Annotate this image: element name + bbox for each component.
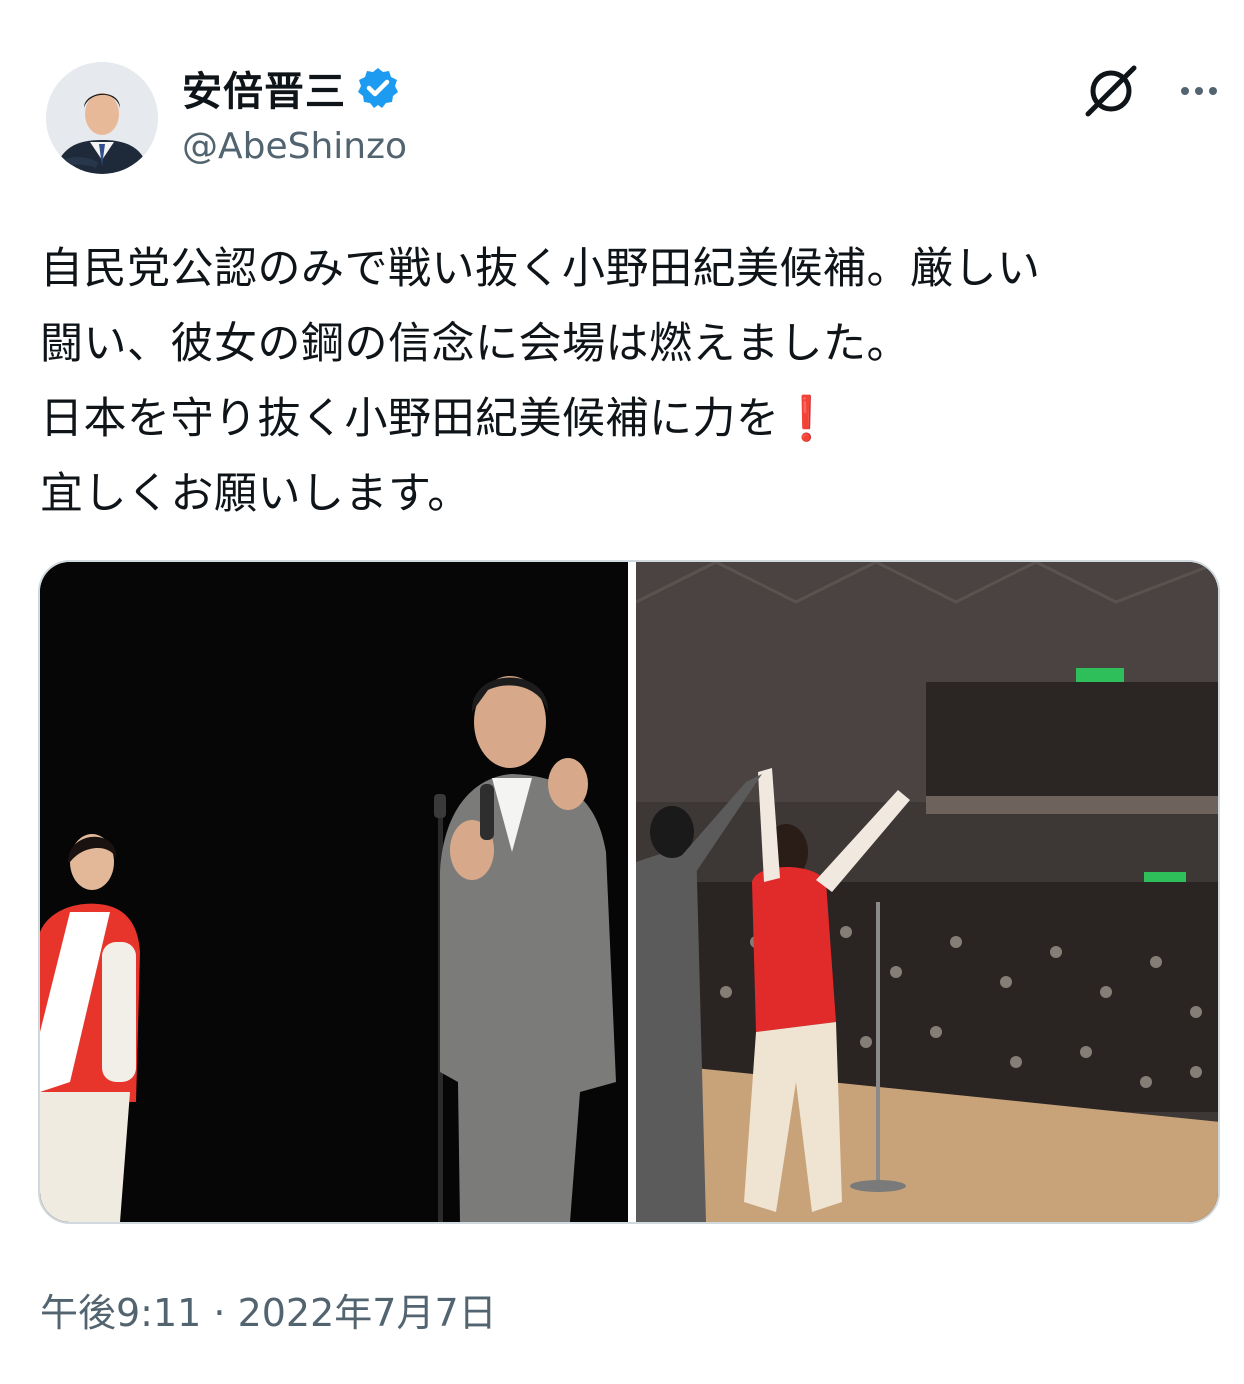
tweet-line-1: 自民党公認のみで戦い抜く小野田紀美候補。厳しい [40,244,1041,294]
grok-icon[interactable] [1080,60,1142,122]
avatar[interactable] [46,62,158,174]
exclamation-emoji: ❗ [779,394,834,444]
tweet-line-4: 宜しくお願いします。 [40,469,471,519]
campaign-photo-left[interactable] [40,562,628,1222]
name-row: 安倍晋三 [182,59,400,117]
avatar-portrait [46,62,158,174]
timestamp[interactable]: 午後9:11 · 2022年7月7日 [40,1282,497,1337]
handle[interactable]: @AbeShinzo [182,126,407,167]
more-options-icon[interactable] [1168,60,1230,122]
verified-badge-icon[interactable] [356,66,400,110]
media-grid [38,560,1220,1224]
tweet-line-3-text: 日本を守り抜く小野田紀美候補に力を [40,394,780,444]
display-name[interactable]: 安倍晋三 [182,59,346,117]
tweet-line-3: 日本を守り抜く小野田紀美候補に力を❗ [40,382,1220,457]
tweet-card: 安倍晋三 @AbeShinzo 自民党公認のみで戦い抜く小野田紀美候補。厳しい … [0,0,1244,1384]
tweet-line-2: 闘い、彼女の鋼の信念に会場は燃えました。 [40,319,910,369]
tweet-text: 自民党公認のみで戦い抜く小野田紀美候補。厳しい 闘い、彼女の鋼の信念に会場は燃え… [40,232,1220,532]
campaign-photo-right[interactable] [636,562,1218,1222]
dot-icon [1181,87,1189,95]
dot-icon [1209,87,1217,95]
dot-icon [1195,87,1203,95]
